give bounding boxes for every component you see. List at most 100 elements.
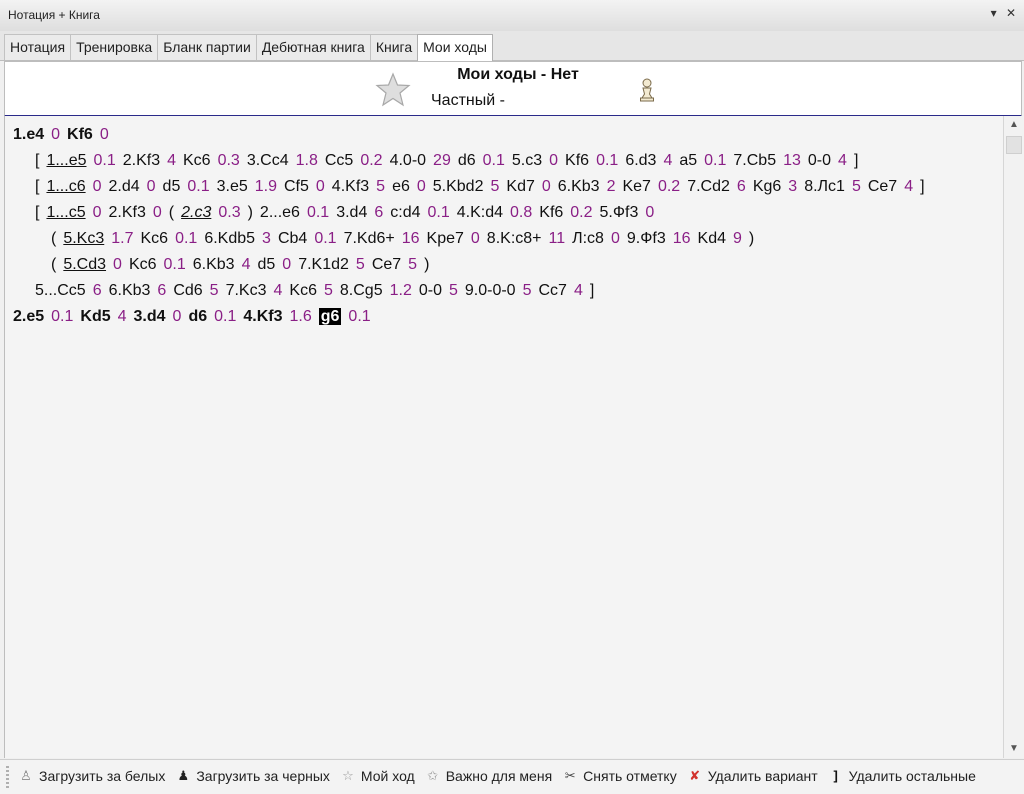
move-token[interactable]: 0-0: [419, 282, 442, 299]
move-token[interactable]: Kg6: [753, 178, 781, 195]
move-token[interactable]: e6: [392, 178, 410, 195]
move-token[interactable]: 7.Kd6+: [344, 230, 395, 247]
move-token[interactable]: 6.d3: [625, 152, 656, 169]
move-token[interactable]: 4.K:d4: [457, 204, 503, 221]
move-token[interactable]: 5...Cc5: [35, 282, 86, 299]
move-token[interactable]: 1...e5: [46, 152, 86, 169]
tab-3[interactable]: Дебютная книга: [255, 34, 371, 60]
move-token[interactable]: 3.d4: [336, 204, 367, 221]
tab-0[interactable]: Нотация: [4, 34, 72, 60]
move-token[interactable]: c:d4: [390, 204, 420, 221]
toolbar-button-2[interactable]: ☆ Мой ход: [340, 768, 415, 784]
move-token[interactable]: 4.Kf3: [332, 178, 369, 195]
move-token[interactable]: d6: [458, 152, 476, 169]
move-weight: 6: [736, 178, 746, 195]
move-weight: 16: [672, 230, 691, 247]
dropdown-arrow-icon[interactable]: ▾: [991, 6, 997, 20]
move-token[interactable]: Kc6: [289, 282, 317, 299]
move-token[interactable]: Kf6: [565, 152, 589, 169]
toolbar-button-0[interactable]: ♙ Загрузить за белых: [18, 768, 165, 784]
move-token[interactable]: 2.d4: [109, 178, 140, 195]
move-token[interactable]: 4.0-0: [390, 152, 426, 169]
scroll-thumb[interactable]: [1006, 136, 1022, 154]
move-token[interactable]: Kd7: [506, 178, 534, 195]
pawn-icon[interactable]: [637, 78, 657, 102]
current-move[interactable]: g6: [318, 308, 342, 325]
toolbar-button-6[interactable]: ] Удалить остальные: [828, 768, 976, 784]
move-token[interactable]: 1...c6: [46, 178, 85, 195]
move-token[interactable]: Kc6: [129, 256, 157, 273]
move-token[interactable]: d6: [188, 308, 207, 325]
move-token[interactable]: 6.Kdb5: [204, 230, 255, 247]
move-token[interactable]: 9.Фf3: [627, 230, 666, 247]
move-token[interactable]: 8.Лc1: [804, 178, 845, 195]
move-token[interactable]: Cd6: [173, 282, 202, 299]
tab-4[interactable]: Книга: [369, 34, 419, 60]
move-token[interactable]: 5.Cd3: [63, 256, 106, 273]
toolbar-button-1[interactable]: ♟ Загрузить за черных: [175, 768, 330, 784]
move-weight: 0.1: [482, 152, 505, 169]
tab-5[interactable]: Мои ходы: [417, 34, 493, 61]
move-token[interactable]: 2...e6: [260, 204, 300, 221]
move-token[interactable]: Kd5: [80, 308, 110, 325]
move-token[interactable]: 3.e5: [217, 178, 248, 195]
move-token[interactable]: 1.e4: [13, 126, 44, 143]
move-token[interactable]: 5.Фf3: [600, 204, 639, 221]
move-weight: 3: [262, 230, 271, 247]
move-token[interactable]: Cb4: [278, 230, 307, 247]
move-token[interactable]: 0-0: [808, 152, 831, 169]
white-pawn-icon: ♙: [20, 768, 32, 783]
move-token[interactable]: Kd4: [698, 230, 726, 247]
move-token[interactable]: 6.Kb3: [109, 282, 151, 299]
move-token[interactable]: 8.Cg5: [340, 282, 383, 299]
scroll-up-arrow-icon[interactable]: ▲: [1004, 116, 1024, 134]
move-token[interactable]: Kpe7: [427, 230, 464, 247]
move-token[interactable]: 5.c3: [512, 152, 542, 169]
toolbar-button-5[interactable]: ✘ Удалить вариант: [687, 768, 817, 784]
toolbar-button-4[interactable]: ✂ Снять отметку: [562, 768, 677, 784]
move-token[interactable]: a5: [679, 152, 697, 169]
move-token[interactable]: d5: [163, 178, 181, 195]
move-token[interactable]: 1...c5: [46, 204, 85, 221]
move-token[interactable]: 9.0-0-0: [465, 282, 516, 299]
toolbar-grip[interactable]: [6, 766, 9, 788]
scroll-down-arrow-icon[interactable]: ▼: [1004, 740, 1024, 758]
move-token[interactable]: Kc6: [183, 152, 211, 169]
tab-1[interactable]: Тренировка: [70, 34, 159, 60]
page-subtitle: Частный -: [431, 92, 505, 109]
move-token[interactable]: Kc6: [141, 230, 169, 247]
move-token[interactable]: Ke7: [622, 178, 650, 195]
move-token[interactable]: Ce7: [868, 178, 897, 195]
move-token[interactable]: Ce7: [372, 256, 401, 273]
move-token[interactable]: Л:c8: [572, 230, 604, 247]
move-token[interactable]: Cf5: [284, 178, 309, 195]
move-token[interactable]: 6.Kb3: [558, 178, 600, 195]
move-token[interactable]: d5: [257, 256, 275, 273]
move-token[interactable]: 6.Kb3: [193, 256, 235, 273]
move-token[interactable]: 3.Cc4: [247, 152, 289, 169]
move-weight: 5: [490, 178, 500, 195]
notation-area[interactable]: 1.e4 0 Kf6 0 [1...e5 0.1 2.Kf3 4 Kc6 0.3 3.Cc4 1.8 C…: [4, 116, 1005, 758]
close-icon[interactable]: ✕: [1006, 6, 1016, 20]
move-token[interactable]: 7.Cd2: [687, 178, 730, 195]
move-token[interactable]: Cc7: [538, 282, 566, 299]
move-token[interactable]: 2.c3: [181, 204, 211, 221]
move-token[interactable]: 7.K1d2: [298, 256, 349, 273]
vertical-scrollbar[interactable]: ▲ ▼: [1003, 116, 1024, 758]
move-token[interactable]: 7.Kc3: [226, 282, 267, 299]
move-token[interactable]: 2.e5: [13, 308, 44, 325]
move-token[interactable]: 8.K:c8+: [487, 230, 542, 247]
move-token[interactable]: Kf6: [539, 204, 563, 221]
move-token[interactable]: 5.Kc3: [63, 230, 104, 247]
move-token[interactable]: 7.Cb5: [733, 152, 776, 169]
move-token[interactable]: 3.d4: [134, 308, 166, 325]
move-token[interactable]: Cc5: [325, 152, 353, 169]
move-weight: 0.1: [163, 256, 186, 273]
move-token[interactable]: Kf6: [67, 126, 93, 143]
move-token[interactable]: 2.Kf3: [109, 204, 146, 221]
toolbar-button-3[interactable]: ✩ Важно для меня: [425, 768, 552, 784]
move-token[interactable]: 4.Kf3: [243, 308, 282, 325]
move-token[interactable]: 5.Kbd2: [433, 178, 484, 195]
tab-2[interactable]: Бланк партии: [157, 34, 257, 60]
move-token[interactable]: 2.Kf3: [123, 152, 160, 169]
